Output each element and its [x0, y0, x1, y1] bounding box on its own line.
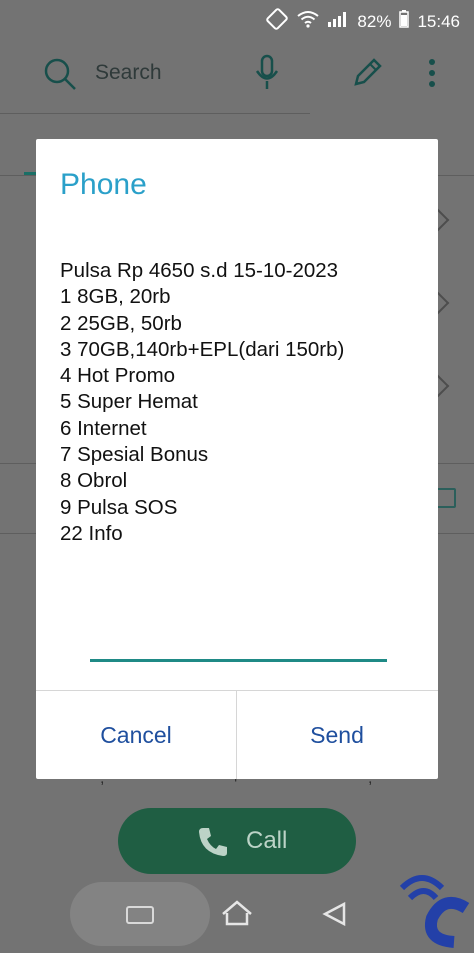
rotate-icon — [265, 8, 289, 35]
search-input[interactable]: Search — [95, 61, 162, 85]
recents-button[interactable] — [70, 882, 210, 946]
message-line: 9 Pulsa SOS — [60, 495, 178, 519]
message-line: 6 Internet — [60, 416, 147, 440]
phone-icon — [196, 825, 230, 866]
call-button-label: Call — [246, 827, 288, 854]
recents-icon — [126, 906, 154, 929]
message-line: 4 Hot Promo — [60, 364, 176, 388]
ussd-dialog: Phone Pulsa Rp 4650 s.d 15-10-2023 1 8GB… — [36, 139, 438, 779]
logo-icon — [392, 858, 474, 953]
search-icon[interactable] — [42, 56, 78, 97]
clock: 15:46 — [417, 11, 460, 31]
cancel-button[interactable]: Cancel — [36, 691, 236, 779]
battery-icon — [399, 10, 410, 33]
dialer-toolbar: Search — [0, 36, 474, 114]
battery-level: 82% — [357, 11, 392, 31]
more-options-icon[interactable] — [428, 58, 436, 93]
message-line: 2 25GB, 50rb — [60, 311, 182, 335]
message-line: 5 Super Hemat — [60, 390, 198, 414]
message-line: 1 8GB, 20rb — [60, 285, 171, 309]
message-line: 8 Obrol — [60, 469, 128, 493]
message-line: 7 Spesial Bonus — [60, 443, 209, 467]
back-icon[interactable] — [322, 901, 348, 931]
status-bar: 82% 15:46 — [0, 0, 474, 36]
microphone-icon[interactable] — [254, 54, 280, 97]
dialog-title: Phone — [60, 168, 147, 201]
message-line: Pulsa Rp 4650 s.d 15-10-2023 — [60, 259, 339, 282]
call-button[interactable]: Call — [118, 808, 356, 874]
edit-icon[interactable] — [352, 56, 384, 93]
message-line: 3 70GB,140rb+EPL(dari 150rb) — [60, 337, 345, 361]
dialog-message: Pulsa Rp 4650 s.d 15-10-2023 1 8GB, 20rb… — [60, 258, 344, 547]
divider — [0, 113, 310, 114]
message-line: 22 Info — [60, 521, 123, 545]
signal-icon — [327, 10, 349, 33]
home-icon[interactable] — [221, 900, 253, 931]
send-button[interactable]: Send — [237, 691, 437, 779]
wifi-icon — [297, 10, 320, 33]
reply-input[interactable] — [90, 629, 387, 662]
